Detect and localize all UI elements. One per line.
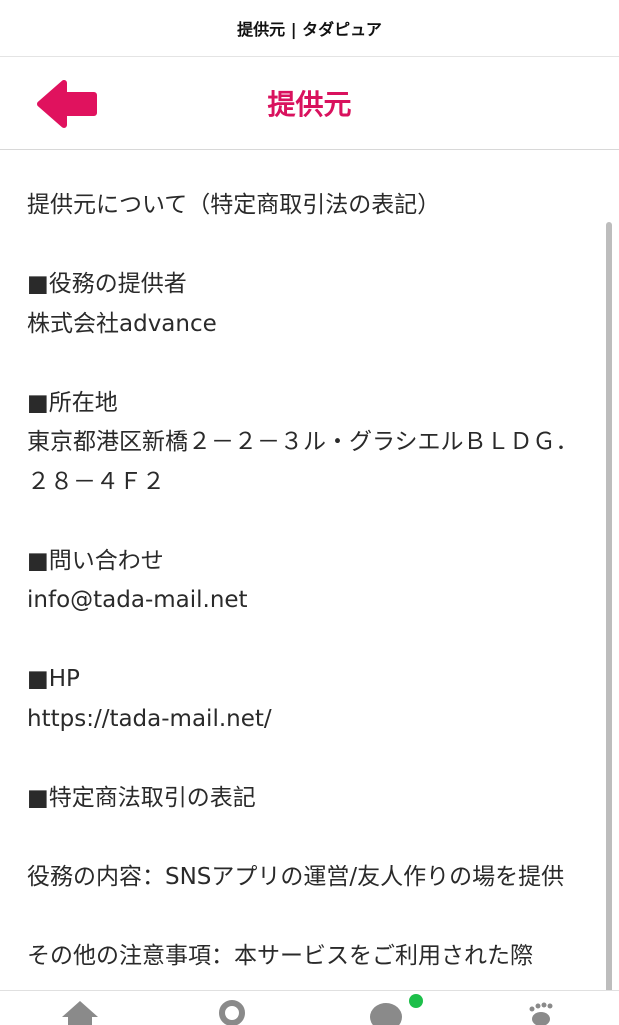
page-header: 提供元 — [0, 57, 619, 150]
provider-info: 提供元について（特定商取引法の表記） ■役務の提供者 株式会社advance ■… — [27, 186, 592, 976]
law-heading: ■特定商法取引の表記 — [27, 784, 256, 811]
contact-heading: ■問い合わせ — [27, 547, 164, 574]
service-content: 役務の内容：SNSアプリの運営/友人作りの場を提供 — [27, 863, 565, 890]
notification-badge — [409, 994, 423, 1008]
provider-value: 株式会社advance — [27, 310, 217, 337]
bottom-tab-bar — [0, 990, 619, 1025]
hp-heading: ■HP — [27, 666, 80, 692]
scrollbar[interactable] — [606, 222, 612, 990]
back-arrow-icon — [37, 80, 97, 128]
home-icon[interactable] — [60, 999, 100, 1025]
search-icon[interactable] — [214, 999, 250, 1025]
address-heading: ■所在地 — [27, 389, 118, 416]
intro-text: 提供元について（特定商取引法の表記） — [27, 192, 441, 218]
contact-email[interactable]: info@tada-mail.net — [27, 581, 592, 621]
provider-heading: ■役務の提供者 — [27, 271, 187, 297]
browser-tab-title: 提供元 | タダピュア — [0, 0, 619, 57]
hp-link[interactable]: https://tada-mail.net/ — [27, 700, 592, 740]
other-notes: その他の注意事項：本サービスをご利用された際 — [27, 942, 533, 969]
footprints-icon[interactable] — [522, 999, 562, 1025]
back-button[interactable] — [36, 79, 100, 129]
address-value: 東京都港区新橋２－２－３ル・グラシエルＢＬＤＧ．２８－４Ｆ２ — [27, 429, 579, 495]
content-area[interactable]: 提供元について（特定商取引法の表記） ■役務の提供者 株式会社advance ■… — [0, 150, 619, 990]
chat-icon[interactable] — [366, 999, 406, 1025]
